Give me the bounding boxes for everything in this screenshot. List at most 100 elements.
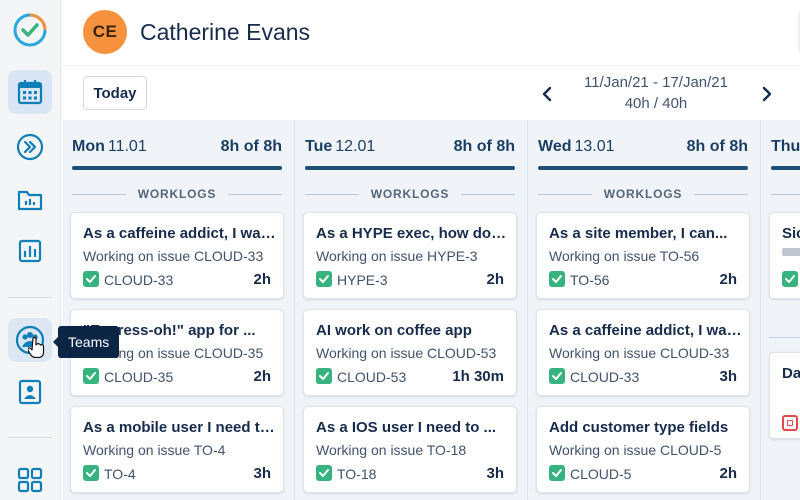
check-icon xyxy=(549,465,565,481)
day-progress-bar xyxy=(771,166,800,170)
worklog-title: Add customer type fields xyxy=(549,419,729,436)
worklog-card[interactable]: Da xyxy=(769,352,800,439)
issue-key: CLOUD-33 xyxy=(570,369,640,385)
worklog-card[interactable]: As a mobile user I need to... Working on… xyxy=(70,406,284,493)
worklog-duration: 3h xyxy=(253,465,271,482)
day-name: Wed xyxy=(538,138,572,155)
worklog-subtitle: Working on issue TO-56 xyxy=(549,248,700,264)
worklog-card[interactable]: As a site member, I can... Working on is… xyxy=(536,212,750,299)
hand-cursor-icon xyxy=(27,336,46,363)
day-header: Thu xyxy=(771,138,800,158)
avatar[interactable]: CE xyxy=(83,10,127,54)
day-name: Thu xyxy=(771,138,800,155)
bar-chart-icon[interactable] xyxy=(8,229,52,273)
day-name: Mon xyxy=(72,138,105,155)
calendar-icon[interactable] xyxy=(8,70,52,114)
blocker-icon xyxy=(782,415,798,431)
sidebar-divider xyxy=(8,297,52,298)
worklog-subtitle: Working on issue CLOUD-53 xyxy=(316,345,497,361)
grid-apps-icon[interactable] xyxy=(8,458,52,500)
worklog-duration: 2h xyxy=(719,465,737,482)
worklog-card[interactable]: Sic xyxy=(769,212,800,299)
worklog-title: Da xyxy=(782,365,800,382)
sidebar xyxy=(0,0,61,500)
worklogs-section-label: WORKLOGS xyxy=(538,186,748,202)
prev-week-button[interactable] xyxy=(536,80,558,108)
day-header: Mon 11.01 8h of 8h xyxy=(72,138,282,158)
day-progress-bar xyxy=(538,166,748,170)
worklog-duration: 2h xyxy=(253,271,271,288)
worklog-duration: 2h xyxy=(719,271,737,288)
worklog-title: As a caffeine addict, I want to... xyxy=(83,225,277,242)
day-date: 12.01 xyxy=(335,138,376,155)
chevron-left-icon xyxy=(542,86,552,102)
worklog-duration: 3h xyxy=(486,465,504,482)
day-header: Wed 13.01 8h of 8h xyxy=(538,138,748,158)
worklog-title: As a site member, I can... xyxy=(549,225,728,242)
section-divider xyxy=(769,337,800,338)
tempo-logo-icon[interactable] xyxy=(8,8,52,52)
day-column-thu: Thu Sic Da xyxy=(761,120,800,500)
toolbar: Today 11/Jan/21 - 17/Jan/21 40h / 40h xyxy=(62,66,800,120)
section-label: WORKLOGS xyxy=(370,187,450,201)
day-column-mon: Mon 11.01 8h of 8h WORKLOGS As a caffeine… xyxy=(62,120,295,500)
section-label: WORKLOGS xyxy=(137,187,217,201)
worklog-card[interactable]: AI work on coffee app Working on issue C… xyxy=(303,309,517,396)
worklog-card[interactable]: As a IOS user I need to ... Working on i… xyxy=(303,406,517,493)
day-date: 13.01 xyxy=(574,138,615,155)
day-hours: 8h of 8h xyxy=(220,138,282,155)
check-icon xyxy=(316,271,332,287)
day-hours: 8h of 8h xyxy=(686,138,748,155)
worklog-duration: 3h xyxy=(719,368,737,385)
day-date: 11.01 xyxy=(107,138,147,155)
chevrons-right-icon[interactable] xyxy=(8,125,52,169)
next-week-button[interactable] xyxy=(756,80,778,108)
worklog-title: As a IOS user I need to ... xyxy=(316,419,497,436)
issue-key: CLOUD-5 xyxy=(570,466,632,482)
date-range-label: 11/Jan/21 - 17/Jan/21 xyxy=(584,74,728,91)
worklog-card[interactable]: As a HYPE exec, how do I... Working on i… xyxy=(303,212,517,299)
day-hours: 8h of 8h xyxy=(453,138,515,155)
day-column-tue: Tue 12.01 8h of 8h WORKLOGS As a HYPE exe… xyxy=(295,120,528,500)
worklog-subtitle: Working on issue CLOUD-5 xyxy=(549,442,722,458)
worklog-duration: 2h xyxy=(486,271,504,288)
worklog-title: AI work on coffee app xyxy=(316,322,472,339)
worklog-duration: 1h 30m xyxy=(452,368,504,385)
check-icon xyxy=(83,271,99,287)
issue-key: TO-56 xyxy=(570,272,610,288)
check-icon xyxy=(549,368,565,384)
issue-key: TO-18 xyxy=(337,466,377,482)
section-label: WORKLOGS xyxy=(603,187,683,201)
date-range: 11/Jan/21 - 17/Jan/21 40h / 40h xyxy=(562,72,750,114)
check-icon xyxy=(83,368,99,384)
chevron-right-icon xyxy=(762,86,772,102)
worklog-title: Sic xyxy=(782,225,800,242)
today-button[interactable]: Today xyxy=(83,76,147,110)
week-board: Mon 11.01 8h of 8h WORKLOGS As a caffeine… xyxy=(62,120,800,500)
issue-key: HYPE-3 xyxy=(337,272,388,288)
issue-key: TO-4 xyxy=(104,466,136,482)
issue-key: CLOUD-53 xyxy=(337,369,407,385)
worklog-subtitle: Working on issue TO-4 xyxy=(83,442,226,458)
worklog-duration: 2h xyxy=(253,368,271,385)
worklog-title: As a caffeine addict, I want to... xyxy=(549,322,743,339)
issue-key: CLOUD-33 xyxy=(104,272,174,288)
issue-key: CLOUD-35 xyxy=(104,369,174,385)
worklog-card[interactable]: As a caffeine addict, I want to... Worki… xyxy=(536,309,750,396)
worklog-subtitle: Working on issue CLOUD-33 xyxy=(549,345,730,361)
worklog-card[interactable]: Add customer type fields Working on issu… xyxy=(536,406,750,493)
folder-chart-icon[interactable] xyxy=(8,177,52,221)
week-hours: 40h / 40h xyxy=(624,95,688,112)
sidebar-divider xyxy=(8,437,52,438)
worklog-title: As a HYPE exec, how do I... xyxy=(316,225,510,242)
day-progress-bar xyxy=(305,166,515,170)
worklog-card[interactable]: As a caffeine addict, I want to... Worki… xyxy=(70,212,284,299)
worklog-subtitle: Working on issue TO-18 xyxy=(316,442,467,458)
worklogs-section-label xyxy=(771,186,800,202)
user-card-icon[interactable] xyxy=(8,370,52,414)
teams-tooltip: Teams xyxy=(52,326,120,358)
page-header: CE Catherine Evans xyxy=(62,0,800,66)
worklogs-section-label: WORKLOGS xyxy=(305,186,515,202)
day-name: Tue xyxy=(305,138,333,155)
day-progress-bar xyxy=(72,166,282,170)
